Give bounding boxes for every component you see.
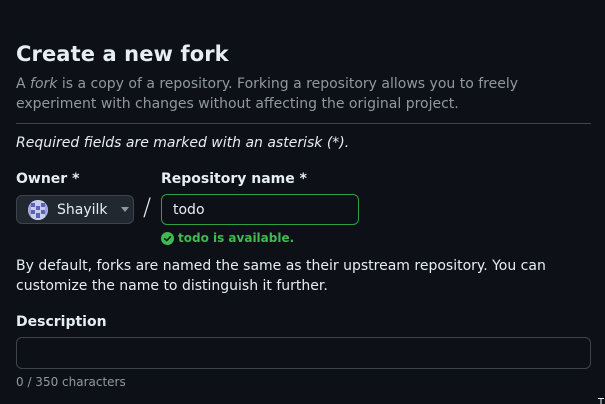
intro-emphasis: fork: [30, 76, 58, 92]
triangle-down-icon: [120, 205, 130, 215]
identicon-avatar-icon: [28, 199, 48, 220]
page-title: Create a new fork: [16, 42, 229, 66]
divider: [16, 123, 591, 124]
availability-message: todo is available.: [161, 231, 294, 245]
avatar: [28, 199, 48, 220]
owner-select-button[interactable]: Shayilk: [16, 195, 134, 224]
owner-repo-separator: /: [143, 193, 152, 221]
text-cursor-icon: [598, 393, 604, 404]
repository-name-label: Repository name *: [161, 171, 307, 187]
intro-text: A fork is a copy of a repository. Forkin…: [16, 74, 591, 114]
required-fields-note: Required fields are marked with an aster…: [16, 135, 350, 151]
check-circle-icon: [161, 231, 174, 245]
description-input[interactable]: [16, 337, 591, 369]
intro-prefix: A: [16, 76, 31, 92]
default-name-note: By default, forks are named the same as …: [16, 258, 546, 294]
repository-name-input[interactable]: [161, 194, 359, 225]
owner-label: Owner *: [16, 171, 80, 187]
availability-text: todo is available.: [178, 231, 295, 245]
character-count: 0 / 350 characters: [16, 375, 126, 389]
intro-suffix: is a copy of a repository. Forking a rep…: [16, 76, 518, 112]
description-label: Description: [16, 314, 107, 330]
owner-name: Shayilk: [57, 201, 108, 218]
fork-form-page: Create a new fork A fork is a copy of a …: [0, 0, 605, 404]
